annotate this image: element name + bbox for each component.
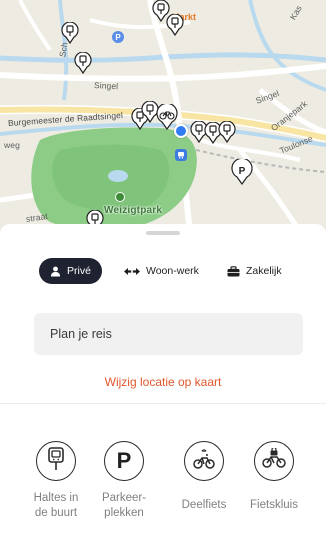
shared-bike-icon bbox=[192, 447, 216, 476]
tab-zakelijk-label: Zakelijk bbox=[246, 265, 282, 277]
tab-prive[interactable]: Privé bbox=[39, 258, 102, 284]
map-parking-badge-icon: P bbox=[112, 31, 124, 43]
map-view[interactable]: Markt Singel Burgemeester de Raadtsingel… bbox=[0, 0, 326, 232]
quick-action-circle bbox=[254, 441, 294, 481]
park-marker-icon bbox=[115, 192, 125, 202]
tab-prive-label: Privé bbox=[67, 265, 91, 277]
user-location-icon bbox=[174, 124, 188, 138]
map-label-park: Weizigtpark bbox=[104, 205, 163, 216]
map-pin-bus-stop-icon[interactable] bbox=[61, 22, 79, 44]
bike-locker-icon bbox=[261, 446, 287, 475]
quick-action-label-line1: Fietskluis bbox=[250, 499, 298, 511]
divider bbox=[0, 403, 326, 404]
sheet-grabber[interactable] bbox=[146, 231, 180, 235]
quick-action-label: Parkeer- plekken bbox=[94, 491, 154, 521]
quick-action-label-line2: de buurt bbox=[34, 507, 78, 519]
quick-action-circle: P bbox=[104, 441, 144, 481]
quick-action-label-line1: Deelfiets bbox=[181, 499, 227, 511]
quick-action-circle bbox=[36, 441, 76, 481]
parking-icon: P bbox=[116, 448, 132, 473]
svg-text:P: P bbox=[239, 166, 246, 177]
map-pin-bus-stop-icon[interactable] bbox=[166, 14, 184, 36]
quick-action-label-line2: plekken bbox=[104, 507, 144, 519]
quick-action-label: Fietskluis bbox=[244, 498, 304, 513]
tab-woon-werk[interactable]: Woon-werk bbox=[124, 258, 199, 284]
quick-action-label: Deelfiets bbox=[174, 498, 234, 513]
quick-action-bike-locker[interactable]: Fietskluis bbox=[244, 441, 304, 513]
travel-type-tabs: Privé Woon-werk Zakelijk bbox=[0, 258, 326, 284]
map-pin-bus-stop-icon[interactable] bbox=[74, 52, 92, 74]
quick-action-label-line1: Parkeer- bbox=[101, 492, 147, 504]
briefcase-icon bbox=[227, 265, 240, 277]
bottom-sheet: Privé Woon-werk Zakelijk Plan je reis Wi… bbox=[0, 224, 326, 540]
quick-action-label: Haltes in de buurt bbox=[26, 491, 86, 521]
person-icon bbox=[50, 266, 61, 277]
map-label-weg: weg bbox=[4, 140, 20, 150]
map-pin-bus-stop-icon[interactable] bbox=[218, 121, 236, 143]
quick-action-shared-bike[interactable]: Deelfiets bbox=[174, 441, 234, 513]
quick-action-parking[interactable]: P Parkeer- plekken bbox=[94, 441, 154, 521]
tab-zakelijk[interactable]: Zakelijk bbox=[227, 258, 282, 284]
plan-trip-input[interactable]: Plan je reis bbox=[34, 313, 303, 355]
bus-stop-icon bbox=[47, 446, 65, 476]
map-pin-parking-icon[interactable]: P bbox=[231, 159, 253, 185]
commute-arrows-icon bbox=[124, 267, 140, 276]
tab-woon-werk-label: Woon-werk bbox=[146, 265, 199, 277]
train-station-icon[interactable] bbox=[175, 149, 187, 161]
plan-trip-placeholder: Plan je reis bbox=[50, 327, 112, 341]
change-location-link[interactable]: Wijzig locatie op kaart bbox=[0, 375, 326, 389]
map-label-singel: Singel bbox=[93, 80, 119, 92]
quick-action-bus-stops[interactable]: Haltes in de buurt bbox=[26, 441, 86, 521]
quick-action-label-line1: Haltes in bbox=[33, 492, 79, 504]
quick-action-circle bbox=[184, 441, 224, 481]
